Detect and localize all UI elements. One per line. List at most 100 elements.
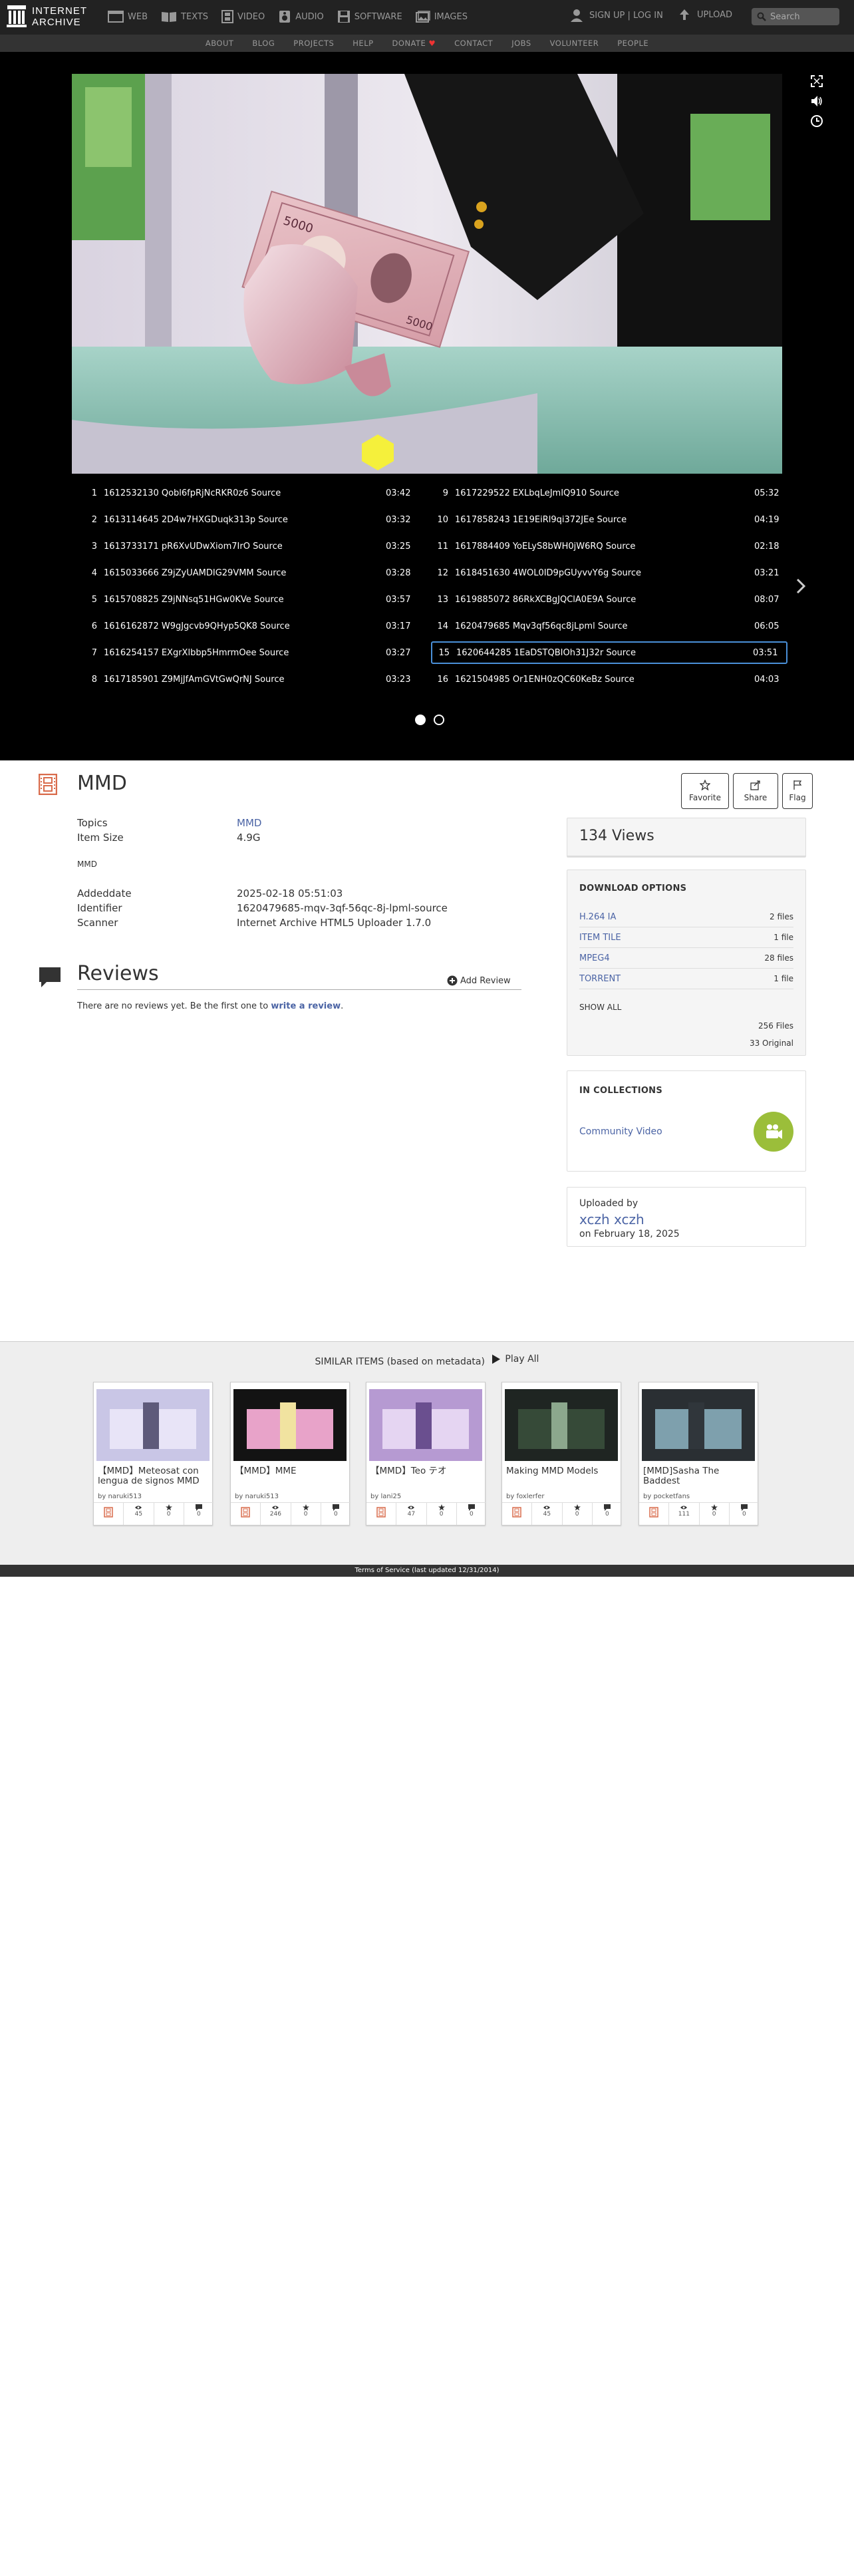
nav-images[interactable]: IMAGES — [415, 8, 468, 25]
similar-item-tile[interactable]: Making MMD Models by foxlerfer 45 0 0 — [501, 1382, 622, 1526]
similar-item-thumbnail[interactable] — [642, 1389, 755, 1461]
subnav-help[interactable]: HELP — [353, 39, 373, 48]
playlist-item[interactable]: 16 1621504985 Or1ENH0zQC60KeBz Source 04:0… — [431, 668, 787, 691]
playlist-item[interactable]: 2 1613114645 2D4w7HXGDuqk313p Source 03:32 — [80, 508, 419, 531]
terms-footer[interactable]: Terms of Service (last updated 12/31/201… — [0, 1565, 854, 1577]
add-review-button[interactable]: Add Review — [447, 975, 511, 986]
subnav-contact[interactable]: CONTACT — [454, 39, 493, 48]
plus-circle-icon — [447, 975, 458, 986]
show-all-link[interactable]: SHOW ALL — [579, 1003, 793, 1012]
reviews-title: Reviews — [77, 962, 159, 985]
play-all-button[interactable]: Play All — [492, 1354, 539, 1365]
fullscreen-icon[interactable] — [810, 75, 823, 88]
playlist-item[interactable]: 11 1617884409 YoELyS8bWH0jW6RQ Source 02:1… — [431, 535, 787, 558]
similar-item-tile[interactable]: 【MMD】MME by naruki513 246 0 0 — [230, 1382, 351, 1526]
similar-item-title[interactable]: 【MMD】Meteosat con lengua de signos MMD — [98, 1466, 210, 1486]
playlist-item[interactable]: 14 1620479685 Mqv3qf56qc8jLpml Source 06:0… — [431, 615, 787, 637]
play-all-label: Play All — [505, 1354, 539, 1365]
similar-item-author: by pocketfans — [643, 1493, 690, 1500]
logo-line-1: INTERNET — [32, 5, 87, 17]
signin-link[interactable]: SIGN UP | LOG IN — [589, 11, 663, 21]
subnav-donate[interactable]: DONATE ♥ — [392, 39, 436, 48]
upload-link[interactable]: UPLOAD — [678, 8, 732, 21]
similar-item-title[interactable]: 【MMD】MME — [235, 1466, 347, 1476]
playlist-item-duration: 03:32 — [386, 514, 411, 525]
collection-badge[interactable] — [754, 1112, 793, 1152]
similar-item-thumbnail[interactable] — [96, 1389, 210, 1461]
similar-item-title[interactable]: [MMD]Sasha The Baddest — [643, 1466, 755, 1486]
subnav-jobs[interactable]: JOBS — [511, 39, 531, 48]
film-icon — [241, 1507, 250, 1518]
similar-item-thumbnail[interactable] — [369, 1389, 482, 1461]
nav-texts[interactable]: TEXTS — [161, 8, 208, 25]
playlist-item[interactable]: 9 1617229522 EXLbqLeJmIQ910 Source 05:32 — [431, 482, 787, 504]
playlist-item[interactable]: 5 1615708825 Z9jNNsq51HGw0KVe Source 03:57 — [80, 588, 419, 611]
comment-icon — [740, 1504, 748, 1511]
subnav-volunteer[interactable]: VOLUNTEER — [550, 39, 599, 48]
playlist-item[interactable]: 8 1617185901 Z9MjJfAmGVtGwQrNJ Source 03:2… — [80, 668, 419, 691]
video-player[interactable]: 5000 5000 — [72, 74, 782, 474]
playlist-item[interactable]: 10 1617858243 1E19EiRl9qi372JEe Source 04:… — [431, 508, 787, 531]
chevron-right-icon[interactable] — [795, 577, 806, 595]
playlist-item[interactable]: 3 1613733171 pR6XvUDwXiom7IrO Source 03:25 — [80, 535, 419, 558]
share-button[interactable]: Share — [733, 773, 778, 809]
download-format[interactable]: TORRENT — [579, 974, 621, 984]
similar-item-title[interactable]: 【MMD】Teo テオ — [370, 1466, 482, 1476]
similar-item-tile[interactable]: 【MMD】Meteosat con lengua de signos MMD by… — [93, 1382, 214, 1526]
subnav-projects[interactable]: PROJECTS — [293, 39, 334, 48]
clock-icon[interactable] — [810, 114, 823, 128]
scanner-label: Scanner — [77, 917, 118, 929]
similar-item-thumbnail[interactable] — [233, 1389, 347, 1461]
playlist-item-title: 1613114645 2D4w7HXGDuqk313p Source — [104, 514, 288, 525]
playlist-item-duration: 03:57 — [386, 594, 411, 605]
subnav-blog[interactable]: BLOG — [252, 39, 275, 48]
subnav-about[interactable]: ABOUT — [206, 39, 234, 48]
playlist-item[interactable]: 6 1616162872 W9gJgcvb9QHyp5QK8 Source 03:1… — [80, 615, 419, 637]
collection-item[interactable]: Community Video — [579, 1112, 793, 1152]
playlist-item[interactable]: 12 1618451630 4WOL0ID9pGUyvvY6g Source 03:… — [431, 562, 787, 584]
comment-icon — [39, 967, 61, 987]
internet-archive-logo[interactable]: INTERNET ARCHIVE — [7, 5, 87, 28]
similar-item-tile[interactable]: 【MMD】Teo テオ by lani25 47 0 0 — [366, 1382, 486, 1526]
playlist-item[interactable]: 13 1619885072 86RkXCBgJQClA0E9A Source 08:… — [431, 588, 787, 611]
download-format[interactable]: H.264 IA — [579, 912, 616, 922]
download-row[interactable]: MPEG4 28 files — [579, 948, 793, 969]
playlist-item[interactable]: 1 1612532130 Qobl6fpRjNcRKR0z6 Source 03:4… — [80, 482, 419, 504]
stat-views-count: 47 — [407, 1511, 416, 1518]
playlist-item[interactable]: 15 1620644285 1EaDSTQBIOh31J32r Source 03:… — [431, 641, 787, 664]
nav-web[interactable]: WEB — [108, 8, 148, 25]
download-count: 28 files — [764, 953, 793, 963]
upload-icon — [680, 9, 689, 20]
similar-item-tile[interactable]: [MMD]Sasha The Baddest by pocketfans 111 0 0 — [639, 1382, 759, 1526]
uploader-link[interactable]: xczh xczh — [579, 1211, 793, 1227]
user-menu[interactable]: SIGN UP | LOG IN — [569, 8, 663, 23]
playlist-item-title: 1620644285 1EaDSTQBIOh31J32r Source — [456, 647, 636, 658]
topics-link[interactable]: MMD — [237, 817, 261, 829]
subnav-people[interactable]: PEOPLE — [617, 39, 648, 48]
item-description: MMD — [77, 860, 97, 869]
floppy-icon — [337, 11, 350, 23]
collection-link[interactable]: Community Video — [579, 1126, 662, 1137]
playlist-item[interactable]: 7 1616254157 EXgrXlbbp5HmrmOee Source 03:2… — [80, 641, 419, 664]
flag-button[interactable]: Flag — [782, 773, 813, 809]
favorite-button[interactable]: Favorite — [681, 773, 729, 809]
search-box[interactable] — [752, 8, 839, 25]
download-row[interactable]: H.264 IA 2 files — [579, 907, 793, 927]
similar-item-title[interactable]: Making MMD Models — [506, 1466, 618, 1476]
download-row[interactable]: ITEM TILE 1 file — [579, 927, 793, 948]
download-format[interactable]: ITEM TILE — [579, 933, 621, 943]
pager-dot-1[interactable] — [415, 715, 426, 725]
similar-item-thumbnail[interactable] — [505, 1389, 618, 1461]
download-format[interactable]: MPEG4 — [579, 953, 610, 963]
nav-audio[interactable]: AUDIO — [278, 8, 324, 25]
playlist-item-duration: 06:05 — [754, 621, 780, 631]
download-row[interactable]: TORRENT 1 file — [579, 969, 793, 989]
write-review-link[interactable]: write a review — [271, 1001, 341, 1011]
search-input[interactable] — [770, 11, 837, 22]
playlist-item[interactable]: 4 1615033666 Z9jZyUAMDIG29VMM Source 03:28 — [80, 562, 419, 584]
nav-video[interactable]: VIDEO — [221, 8, 265, 25]
volume-icon[interactable] — [810, 94, 823, 108]
nav-software[interactable]: SOFTWARE — [337, 8, 402, 25]
pager-dot-2[interactable] — [434, 715, 444, 725]
playlist-item-duration: 04:03 — [754, 674, 780, 685]
